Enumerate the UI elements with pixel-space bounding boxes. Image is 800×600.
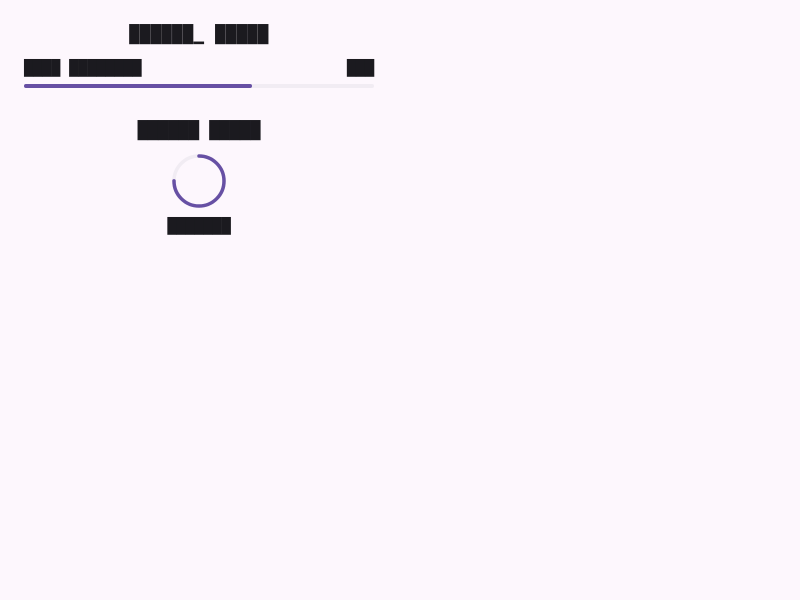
loading-spinner-icon xyxy=(172,154,226,208)
app-screen: ██████▁ █████ ████ ████████ ███ ██████ █… xyxy=(0,0,800,600)
progress-row: ████ ████████ ███ xyxy=(24,59,374,77)
progress-bar-fill xyxy=(24,84,252,88)
progress-label: ████ ████████ xyxy=(24,59,142,77)
loading-status: ███████ xyxy=(167,217,231,235)
loading-title: ██████ █████ xyxy=(137,121,261,141)
progress-value: ███ xyxy=(346,59,374,77)
progress-bar xyxy=(24,84,374,88)
page-title: ██████▁ █████ xyxy=(129,25,269,45)
